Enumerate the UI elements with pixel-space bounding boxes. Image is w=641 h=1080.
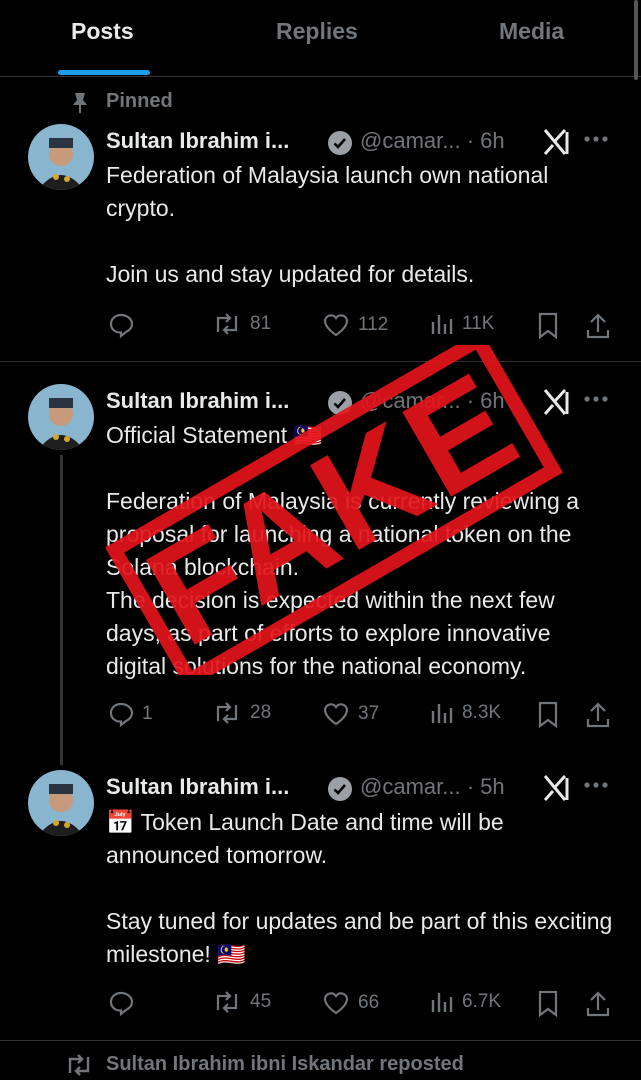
profile-tabs: Posts Replies Media bbox=[0, 0, 641, 77]
repost-notice-text: Sultan Ibrahim ibni Iskandar reposted bbox=[106, 1053, 464, 1075]
like-button[interactable]: 37 bbox=[322, 701, 379, 727]
repost-button[interactable]: 45 bbox=[212, 990, 271, 1014]
bookmark-icon[interactable] bbox=[537, 701, 559, 729]
repost-count: 81 bbox=[250, 313, 272, 334]
repost-icon bbox=[216, 991, 238, 1013]
post-actions: 1 28 37 8.3K bbox=[0, 701, 641, 735]
author-name[interactable]: Sultan Ibrahim i... bbox=[106, 774, 289, 800]
view-count: 11K bbox=[462, 313, 495, 334]
analytics-icon bbox=[431, 993, 453, 1012]
view-count: 6.7K bbox=[462, 991, 502, 1012]
avatar[interactable] bbox=[28, 770, 94, 836]
reply-count: 1 bbox=[142, 703, 153, 724]
tab-replies[interactable]: Replies bbox=[276, 18, 358, 45]
post-actions: 45 66 6.7K bbox=[0, 990, 641, 1024]
post-time: · 5h bbox=[466, 774, 505, 799]
bookmark-icon[interactable] bbox=[537, 312, 559, 340]
post-text: 📅 Token Launch Date and time will be ann… bbox=[106, 809, 613, 967]
reply-button[interactable]: 1 bbox=[108, 701, 153, 727]
active-tab-indicator bbox=[58, 70, 150, 75]
grok-icon[interactable] bbox=[541, 774, 571, 802]
like-button[interactable]: 112 bbox=[322, 312, 388, 338]
author-handle[interactable]: @camar... · 5h bbox=[360, 774, 505, 800]
share-icon[interactable] bbox=[585, 312, 611, 340]
views-button[interactable]: 11K bbox=[430, 312, 494, 336]
more-options-icon[interactable] bbox=[583, 134, 609, 144]
share-icon[interactable] bbox=[585, 701, 611, 729]
like-count: 37 bbox=[358, 703, 380, 724]
repost-icon bbox=[68, 1054, 90, 1076]
repost-count: 28 bbox=[250, 702, 272, 723]
repost-count: 45 bbox=[250, 991, 272, 1012]
pinned-label: Pinned bbox=[106, 90, 173, 112]
bookmark-icon[interactable] bbox=[537, 990, 559, 1018]
views-button[interactable]: 6.7K bbox=[430, 990, 501, 1014]
post-actions: 81 112 11K bbox=[0, 312, 641, 346]
repost-icon bbox=[216, 313, 238, 335]
repost-button[interactable]: 28 bbox=[212, 701, 271, 725]
reply-icon bbox=[109, 313, 134, 338]
fake-stamp: FAKE bbox=[105, 345, 563, 675]
heart-icon bbox=[323, 703, 349, 726]
heart-icon bbox=[323, 314, 349, 337]
like-count: 112 bbox=[358, 314, 389, 335]
post-time: · 6h bbox=[466, 128, 505, 153]
grok-icon[interactable] bbox=[541, 128, 571, 156]
post-divider bbox=[0, 1040, 641, 1041]
pin-icon bbox=[73, 93, 87, 113]
post-text: Federation of Malaysia launch own nation… bbox=[106, 162, 549, 287]
scrollbar[interactable] bbox=[634, 0, 638, 80]
analytics-icon bbox=[431, 315, 453, 334]
share-icon[interactable] bbox=[585, 990, 611, 1018]
reply-button[interactable] bbox=[108, 312, 142, 338]
more-options-icon[interactable] bbox=[583, 394, 609, 404]
view-count: 8.3K bbox=[462, 702, 502, 723]
heart-icon bbox=[323, 992, 349, 1015]
tab-posts[interactable]: Posts bbox=[71, 18, 134, 45]
reply-icon bbox=[109, 991, 134, 1016]
views-button[interactable]: 8.3K bbox=[430, 701, 501, 725]
reply-icon bbox=[109, 702, 134, 727]
verified-badge-icon bbox=[328, 777, 352, 801]
author-handle[interactable]: @camar... · 6h bbox=[360, 128, 505, 154]
repost-button[interactable]: 81 bbox=[212, 312, 271, 336]
more-options-icon[interactable] bbox=[583, 780, 609, 790]
author-name[interactable]: Sultan Ibrahim i... bbox=[106, 128, 289, 154]
fake-stamp-text: FAKE bbox=[123, 345, 544, 675]
repost-icon bbox=[216, 702, 238, 724]
like-button[interactable]: 66 bbox=[322, 990, 379, 1016]
tab-media[interactable]: Media bbox=[499, 18, 564, 45]
verified-badge-icon bbox=[328, 131, 352, 155]
like-count: 66 bbox=[358, 992, 380, 1013]
analytics-icon bbox=[431, 704, 453, 723]
avatar[interactable] bbox=[28, 124, 94, 190]
reply-button[interactable] bbox=[108, 990, 142, 1016]
